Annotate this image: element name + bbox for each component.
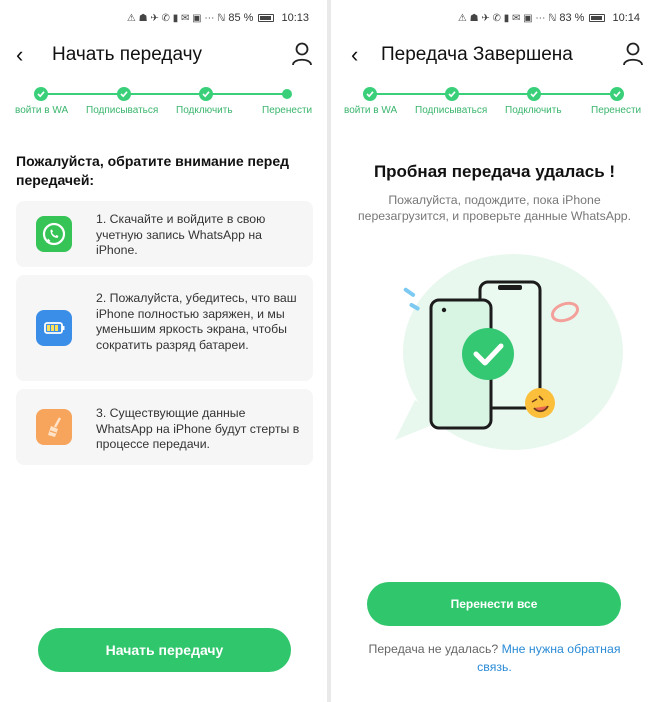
success-subtitle: Пожалуйста, подождите, пока iPhone перез… [357,193,632,223]
screen-transfer-complete: ⚠ ☗ ✈ ✆ ▮ ✉ ▣ ⋯ ℕ 83 % 10:14 ‹ Передача … [331,0,658,702]
step-done-icon [363,87,377,101]
transfer-success-illustration [395,254,623,450]
back-arrow-icon[interactable]: ‹ [16,42,23,68]
user-icon[interactable] [291,42,313,66]
step-done-icon [445,87,459,101]
nfc-icon: ℕ [217,12,226,24]
battery-percent: 83 % [559,12,585,24]
header: ‹ Передача Завершена [331,36,658,76]
step-label: Перенести [591,105,642,116]
step-done-icon [117,87,131,101]
screen-start-transfer: ⚠ ☗ ✈ ✆ ▮ ✉ ▣ ⋯ ℕ 85 % 10:13 ‹ Начать пе… [0,0,327,702]
step-done-icon [527,87,541,101]
battery-percent: 85 % [228,12,254,24]
progress-stepper: войти в WA Подписываться Подключить Пере… [331,84,658,124]
clock: 10:13 [281,12,309,24]
step-done-icon [199,87,213,101]
step-done-icon [610,87,624,101]
status-bar: ⚠ ☗ ✈ ✆ ▮ ✉ ▣ ⋯ ℕ 85 % 10:13 [0,0,327,36]
battery-icon [589,14,606,22]
status-icons: ⚠ ☗ ✈ ✆ ▮ ✉ ▣ ⋯ [126,12,215,24]
card-text: 1. Скачайте и войдите в свою учетную зап… [96,212,266,257]
battery-icon [36,310,72,346]
step-label: Подписываться [415,105,488,116]
user-icon[interactable] [622,42,644,66]
status-icons: ⚠ ☗ ✈ ✆ ▮ ✉ ▣ ⋯ [457,12,546,24]
page-title: Начать передачу [52,44,203,65]
whatsapp-icon [36,216,72,252]
notice-heading: Пожалуйста, обратите внимание перед пере… [16,153,289,188]
back-arrow-icon[interactable]: ‹ [351,42,358,68]
broom-icon [36,409,72,445]
step-label: Подключить [176,105,233,116]
page-title: Передача Завершена [381,44,573,65]
card-text: 2. Пожалуйста, убедитесь, что ваш iPhone… [96,291,297,352]
header: ‹ Начать передачу [0,36,327,76]
card-text: 3. Существующие данные WhatsApp на iPhon… [96,406,300,451]
progress-stepper: войти в WA Подписываться Подключить Пере… [0,84,327,124]
step-done-icon [34,87,48,101]
step-label: Подписываться [86,105,159,116]
success-heading: Пробная передача удалась ! [373,162,616,181]
step-label: войти в WA [344,105,398,116]
stepper-line [370,93,617,95]
step-label: Перенести [262,105,313,116]
step-current-icon [282,89,292,99]
step-label: войти в WA [15,105,69,116]
status-bar: ⚠ ☗ ✈ ✆ ▮ ✉ ▣ ⋯ ℕ 83 % 10:14 [331,0,658,36]
feedback-footer: Передача не удалась? Мне нужна обратная … [351,640,638,676]
instruction-card: 3. Существующие данные WhatsApp на iPhon… [16,389,313,465]
battery-icon [258,14,275,22]
transfer-all-button[interactable]: Перенести все [367,582,621,626]
step-label: Подключить [505,105,562,116]
instruction-card: 1. Скачайте и войдите в свою учетную зап… [16,201,313,267]
nfc-icon: ℕ [548,12,557,24]
stepper-line [41,93,287,95]
footer-text: Передача не удалась? [368,642,502,656]
start-transfer-button[interactable]: Начать передачу [38,628,291,672]
instruction-card: 2. Пожалуйста, убедитесь, что ваш iPhone… [16,275,313,381]
clock: 10:14 [612,12,640,24]
